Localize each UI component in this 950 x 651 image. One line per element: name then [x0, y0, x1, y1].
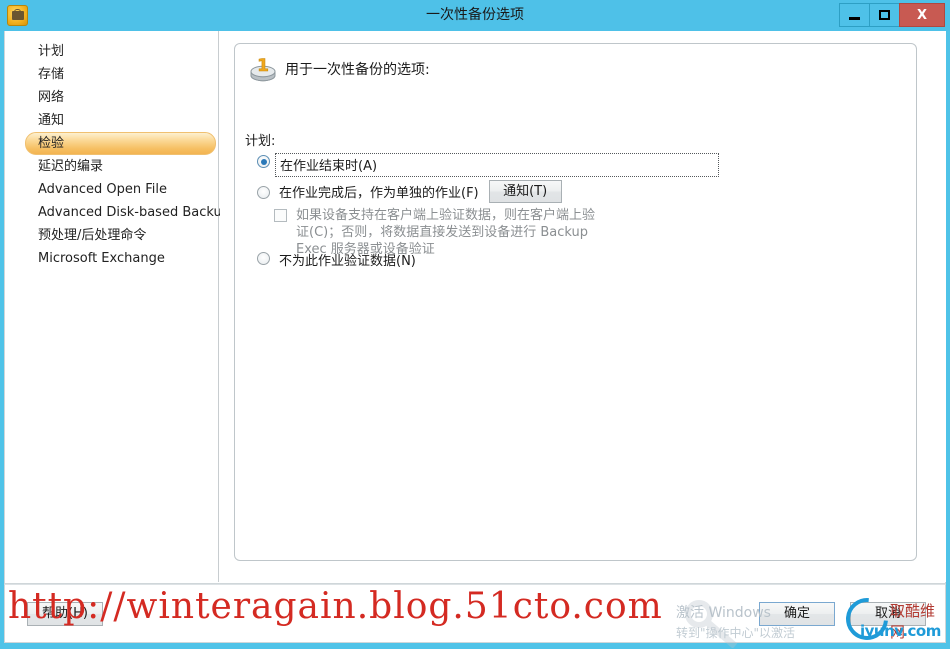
sidebar: 计划 存储 网络 通知 检验 延迟的编录 Advanced Open File … [5, 31, 230, 582]
option-row-after-job-completes[interactable]: 在作业完成后，作为单独的作业(F) 通知(T) [257, 180, 562, 203]
sidebar-item-notification[interactable]: 通知 [6, 109, 217, 132]
sidebar-item-advanced-disk-based-backup[interactable]: Advanced Disk-based Backup [6, 201, 230, 224]
maximize-button[interactable] [869, 3, 900, 27]
sidebar-item-pre-post-commands[interactable]: 预处理/后处理命令 [6, 224, 217, 247]
sidebar-item-deferred-catalog[interactable]: 延迟的编录 [6, 155, 217, 178]
sidebar-item-verify[interactable]: 检验 [25, 132, 216, 155]
option-row-at-job-end[interactable]: 在作业结束时(A) [257, 153, 719, 177]
panel-title: 用于一次性备份的选项: [285, 62, 430, 78]
option-row-no-verify[interactable]: 不为此作业验证数据(N) [257, 250, 416, 269]
option-label-no-verify: 不为此作业验证数据(N) [279, 254, 416, 269]
radio-after-job-completes[interactable] [257, 186, 270, 199]
one-time-backup-disk-icon: 1 [248, 55, 278, 83]
titlebar: 一次性备份选项 X [0, 0, 950, 31]
notify-button[interactable]: 通知(T) [488, 180, 562, 203]
schedule-label: 计划: [245, 134, 276, 149]
dialog-footer: 帮助(H) 确定 取消 [4, 584, 946, 643]
cancel-button[interactable]: 取消 [850, 602, 926, 626]
window-title: 一次性备份选项 [426, 7, 524, 23]
help-button[interactable]: 帮助(H) [27, 602, 103, 626]
radio-no-verify[interactable] [257, 252, 270, 265]
maximize-icon [879, 10, 890, 20]
panel-header: 1 用于一次性备份的选项: [248, 55, 430, 83]
sidebar-item-network[interactable]: 网络 [6, 86, 217, 109]
focus-rectangle: 在作业结束时(A) [275, 153, 719, 177]
close-button[interactable]: X [899, 3, 945, 27]
minimize-button[interactable] [839, 3, 870, 27]
sidebar-item-schedule[interactable]: 计划 [6, 40, 217, 63]
option-label-after-job-completes: 在作业完成后，作为单独的作业(F) [279, 186, 479, 201]
minimize-icon [849, 16, 860, 20]
dialog-body: 计划 存储 网络 通知 检验 延迟的编录 Advanced Open File … [4, 31, 946, 584]
main-content: 1 用于一次性备份的选项: 计划: 在作业结束时(A) 在作业完成后，作为单独的… [220, 31, 946, 582]
checkbox-verify-on-client[interactable] [274, 209, 287, 222]
option-label-at-job-end: 在作业结束时(A) [280, 159, 378, 174]
radio-at-job-end[interactable] [257, 155, 270, 168]
ok-button[interactable]: 确定 [759, 602, 835, 626]
sidebar-item-advanced-open-file[interactable]: Advanced Open File [6, 178, 217, 201]
options-panel: 1 用于一次性备份的选项: 计划: 在作业结束时(A) 在作业完成后，作为单独的… [234, 43, 917, 561]
dialog-window: 一次性备份选项 X 计划 存储 网络 通知 检验 延迟的编录 Advanced … [0, 0, 950, 649]
sidebar-item-microsoft-exchange[interactable]: Microsoft Exchange [6, 247, 217, 270]
sidebar-item-storage[interactable]: 存储 [6, 63, 217, 86]
svg-text:1: 1 [257, 56, 269, 76]
window-controls: X [839, 3, 945, 27]
